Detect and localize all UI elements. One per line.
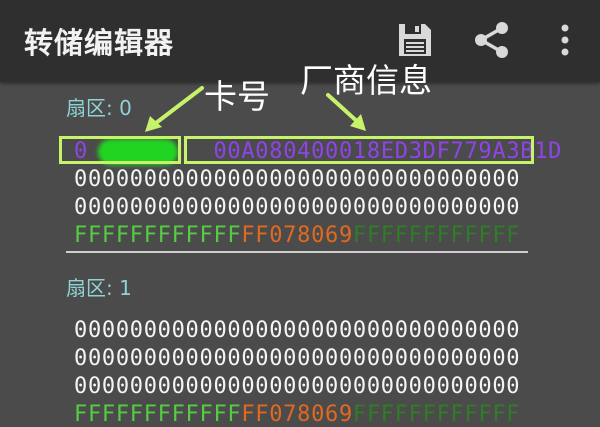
card-number-arrow-icon	[145, 86, 204, 132]
annotation-arrows	[145, 86, 366, 132]
vendor-info-arrow-icon	[326, 93, 366, 131]
